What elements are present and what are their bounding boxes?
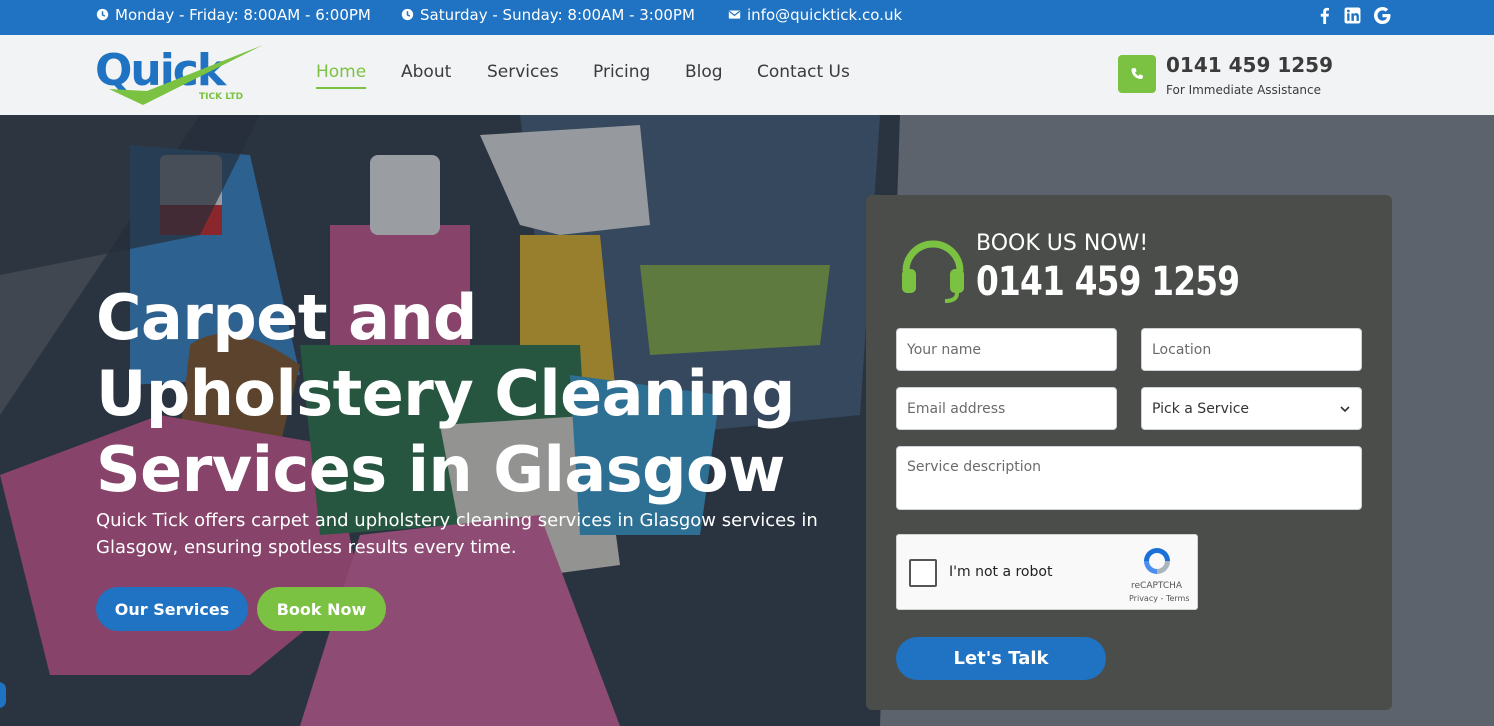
email-link[interactable]: info@quicktick.co.uk [728,0,902,29]
side-tab-button[interactable] [0,682,6,708]
weekday-hours-text: Monday - Friday: 8:00AM - 6:00PM [115,5,371,24]
chevron-down-icon [1340,405,1350,412]
nav-services[interactable]: Services [487,62,559,82]
clock-icon [96,8,109,21]
service-select[interactable]: Pick a Service [1141,387,1362,430]
recaptcha-icon [1144,548,1170,574]
email-input[interactable] [896,387,1117,430]
headset-icon [902,240,964,303]
weekend-hours-text: Saturday - Sunday: 8:00AM - 3:00PM [420,5,695,24]
weekday-hours: Monday - Friday: 8:00AM - 6:00PM [96,0,371,29]
nav-blog[interactable]: Blog [685,62,723,82]
nav-pricing[interactable]: Pricing [593,62,650,82]
hero-description: Quick Tick offers carpet and upholstery … [96,510,818,558]
top-bar: Monday - Friday: 8:00AM - 6:00PM Saturda… [0,0,1494,35]
booking-phone-number[interactable]: 0141 459 1259 [976,259,1240,305]
hero-title: Carpet and Upholstery Cleaning Services … [96,281,795,506]
weekend-hours: Saturday - Sunday: 8:00AM - 3:00PM [401,0,695,29]
phone-icon[interactable] [1118,55,1156,93]
nav-home[interactable]: Home [316,62,367,89]
site-header: Quick TICK LTD Home About Services Prici… [0,35,1494,115]
email-text[interactable]: info@quicktick.co.uk [747,6,902,24]
mail-icon [728,10,741,19]
header-phone-caption: For Immediate Assistance [1166,83,1322,97]
service-select-value: Pick a Service [1152,400,1250,417]
our-services-button[interactable]: Our Services [96,587,248,631]
facebook-icon[interactable] [1314,5,1334,25]
booking-panel: BOOK US NOW! 0141 459 1259 Pick a Servic… [866,195,1392,710]
lets-talk-button[interactable]: Let's Talk [896,637,1106,680]
header-phone-number[interactable]: 0141 459 1259 [1166,53,1333,77]
google-icon[interactable] [1372,5,1392,25]
recaptcha-label: I'm not a robot [949,564,1053,580]
nav-contact-us[interactable]: Contact Us [757,62,850,82]
book-now-button[interactable]: Book Now [257,587,386,631]
recaptcha-widget: I'm not a robot reCAPTCHA Privacy - Term… [896,534,1198,610]
name-input[interactable] [896,328,1117,371]
linkedin-icon[interactable] [1342,5,1362,25]
book-us-label: BOOK US NOW! [976,231,1149,256]
recaptcha-brand: reCAPTCHA [1131,581,1183,591]
logo[interactable]: Quick TICK LTD [95,39,265,109]
nav-about[interactable]: About [401,62,451,82]
recaptcha-checkbox[interactable] [909,559,937,587]
quick-tick-logo: Quick TICK LTD [95,45,263,105]
recaptcha-terms[interactable]: Privacy - Terms [1129,594,1190,603]
hero-section: Carpet and Upholstery Cleaning Services … [0,115,1494,726]
service-description-input[interactable] [896,446,1362,510]
logo-subtext: TICK LTD [199,92,243,102]
clock-icon [401,8,414,21]
location-input[interactable] [1141,328,1362,371]
